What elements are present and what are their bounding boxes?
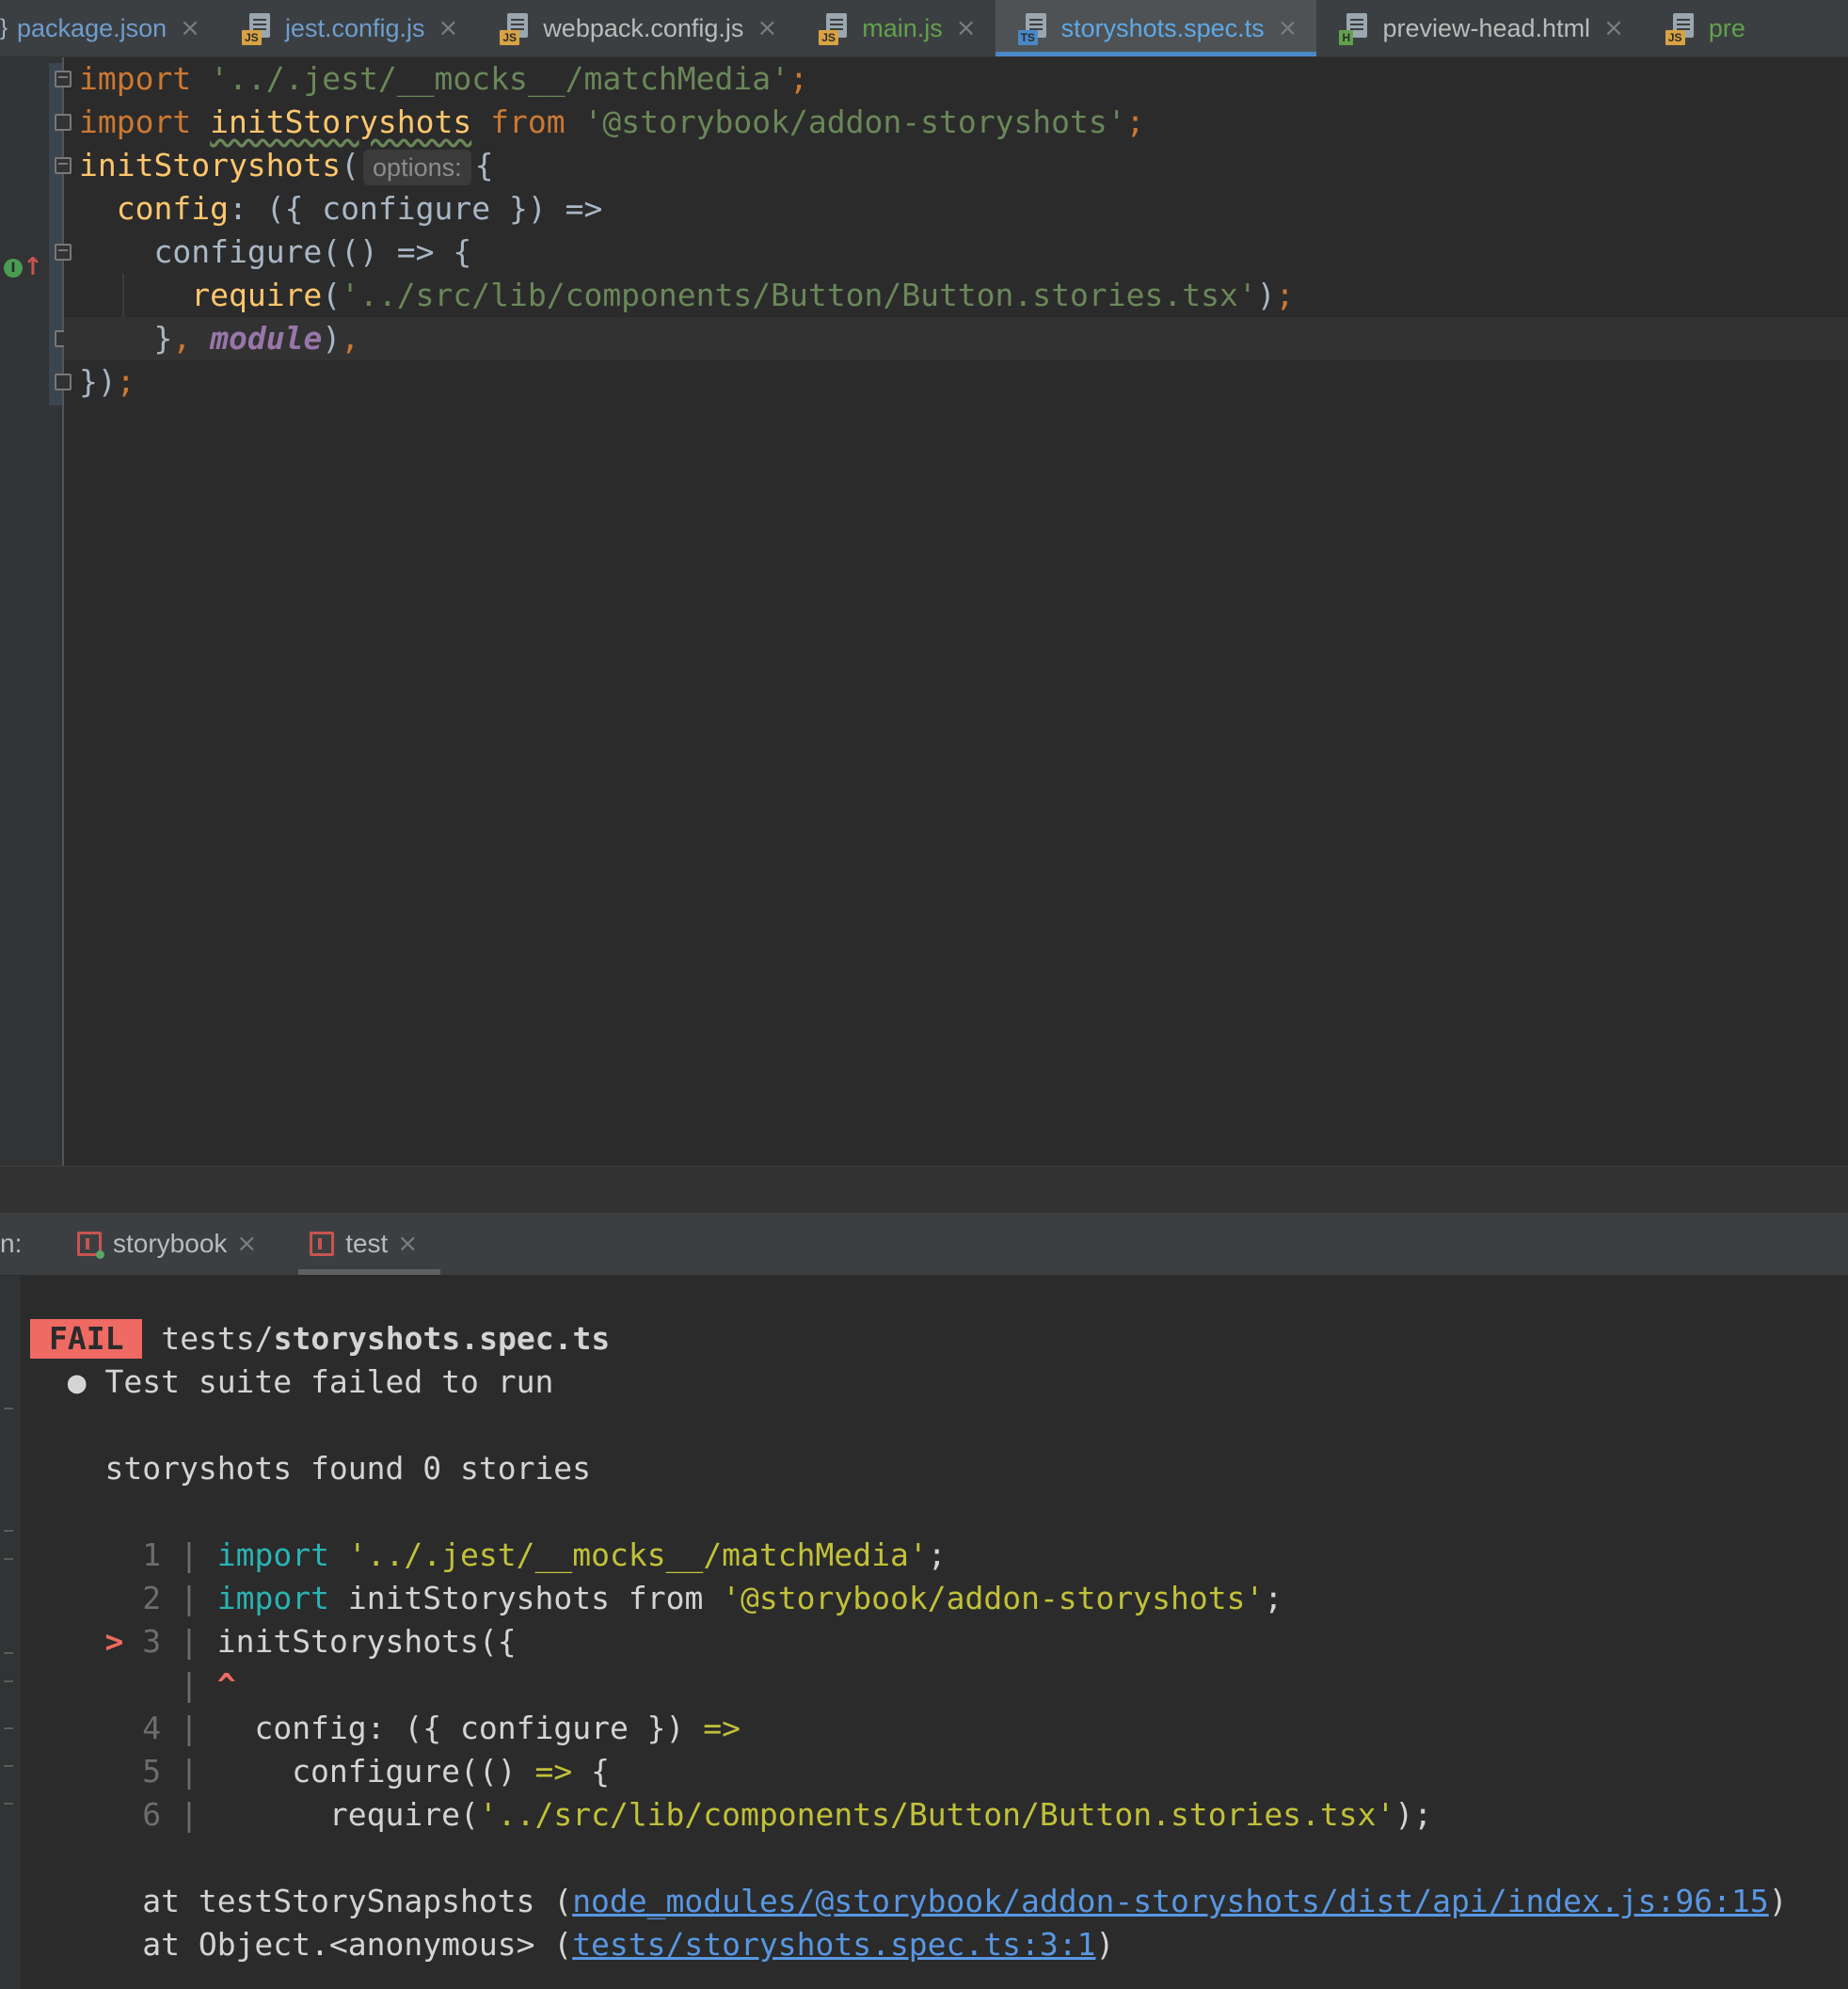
run-tab-test[interactable]: test × <box>298 1213 441 1275</box>
run-tab-bar: n: storybook × test × <box>0 1213 1848 1276</box>
js-file-icon: JS <box>500 11 534 45</box>
js-file-icon: JS <box>819 11 852 45</box>
json-file-icon: } <box>0 15 8 40</box>
tab-preview-truncated[interactable]: JS pre <box>1643 0 1764 56</box>
code-line-4: config: ({ configure }) => <box>116 190 603 227</box>
parameter-hint: options: <box>363 150 471 185</box>
run-tab-label: storybook <box>113 1229 228 1258</box>
fold-toggle-icon[interactable] <box>55 114 72 131</box>
run-label: n: <box>0 1229 23 1258</box>
close-icon[interactable]: × <box>397 1230 418 1258</box>
snippet-line-1: 1 | import '../.jest/__mocks__/matchMedi… <box>142 1536 947 1573</box>
close-icon[interactable]: × <box>956 14 977 42</box>
caret-line: | ^ <box>179 1666 236 1703</box>
close-icon[interactable]: × <box>180 14 200 42</box>
tab-label: pre <box>1708 13 1745 42</box>
console-toolbar-strip <box>0 1276 21 1989</box>
code-line-6: require('../src/lib/components/Button/Bu… <box>191 277 1295 313</box>
close-icon[interactable]: × <box>1278 14 1298 42</box>
editor-gutter: I ↑ <box>0 57 64 1166</box>
code-line-2: import initStoryshots from '@storybook/a… <box>79 103 1145 140</box>
editor-tab-bar: } package.json × JS jest.config.js × JS … <box>0 0 1848 57</box>
code-line-7: }, module), <box>64 317 1848 360</box>
fail-header: FAIL tests/storyshots.spec.ts <box>30 1317 1848 1360</box>
implemented-marker-icon[interactable]: I ↑ <box>2 253 43 283</box>
tab-label: package.json <box>17 13 167 42</box>
stack-link[interactable]: node_modules/@storybook/addon-storyshots… <box>572 1883 1769 1919</box>
tab-preview-head[interactable]: H preview-head.html × <box>1316 0 1642 56</box>
error-title: ● Test suite failed to run <box>67 1363 554 1400</box>
tab-main-js[interactable]: JS main.js × <box>796 0 995 56</box>
npm-run-icon <box>75 1230 104 1259</box>
code-line-8: }); <box>79 363 135 400</box>
tab-jest-config[interactable]: JS jest.config.js × <box>219 0 477 56</box>
console-output[interactable]: FAIL tests/storyshots.spec.ts ● Test sui… <box>0 1276 1848 1989</box>
tab-storyshots-spec[interactable]: TS storyshots.spec.ts × <box>995 0 1317 56</box>
tab-label: webpack.config.js <box>543 13 744 42</box>
run-tab-storybook[interactable]: storybook × <box>66 1213 279 1275</box>
error-message: storyshots found 0 stories <box>104 1450 592 1487</box>
snippet-line-3: > 3 | initStoryshots({ <box>104 1623 517 1660</box>
js-file-icon: JS <box>1665 11 1699 45</box>
close-icon[interactable]: × <box>1603 14 1624 42</box>
close-icon[interactable]: × <box>438 14 459 42</box>
tab-label: storyshots.spec.ts <box>1060 13 1265 42</box>
fold-toggle-icon[interactable] <box>55 374 72 390</box>
code-line-1: import '../.jest/__mocks__/matchMedia'; <box>79 60 808 97</box>
code-line-5: configure(() => { <box>153 233 472 270</box>
tab-label: preview-head.html <box>1382 13 1591 42</box>
close-icon[interactable]: × <box>757 14 777 42</box>
snippet-line-5: 5 | configure(() => { <box>142 1753 610 1790</box>
stack-frame-2: at Object.<anonymous> (tests/storyshots.… <box>142 1926 1115 1963</box>
stack-link[interactable]: tests/storyshots.spec.ts:3:1 <box>572 1926 1095 1963</box>
fail-badge: FAIL <box>30 1319 143 1359</box>
panel-splitter[interactable] <box>0 1166 1848 1214</box>
js-file-icon: JS <box>241 11 276 45</box>
tab-label: jest.config.js <box>284 13 425 42</box>
fold-toggle-icon[interactable] <box>55 157 72 174</box>
code-lines: import '../.jest/__mocks__/matchMedia'; … <box>64 57 1848 404</box>
run-tab-label: test <box>345 1229 389 1258</box>
html-file-icon: H <box>1339 11 1373 45</box>
code-line-3: initStoryshots(options:{ <box>79 147 494 185</box>
snippet-line-2: 2 | import initStoryshots from '@storybo… <box>142 1580 1283 1616</box>
ts-file-icon: TS <box>1017 11 1052 45</box>
npm-run-icon <box>308 1230 336 1258</box>
snippet-line-6: 6 | require('../src/lib/components/Butto… <box>142 1796 1433 1833</box>
console-text: FAIL tests/storyshots.spec.ts ● Test sui… <box>30 1317 1848 1966</box>
tab-webpack-config[interactable]: JS webpack.config.js × <box>477 0 796 56</box>
fold-toggle-icon[interactable] <box>55 71 72 88</box>
stack-frame-1: at testStorySnapshots (node_modules/@sto… <box>142 1883 1788 1919</box>
tab-package-json[interactable]: } package.json × <box>0 0 219 56</box>
tab-label: main.js <box>862 13 943 42</box>
snippet-line-4: 4 | config: ({ configure }) => <box>142 1710 741 1746</box>
fold-toggle-icon[interactable] <box>55 244 72 261</box>
code-editor[interactable]: I ↑ import '../.jest/__mocks__/matchMedia… <box>0 57 1848 1166</box>
close-icon[interactable]: × <box>236 1230 257 1258</box>
